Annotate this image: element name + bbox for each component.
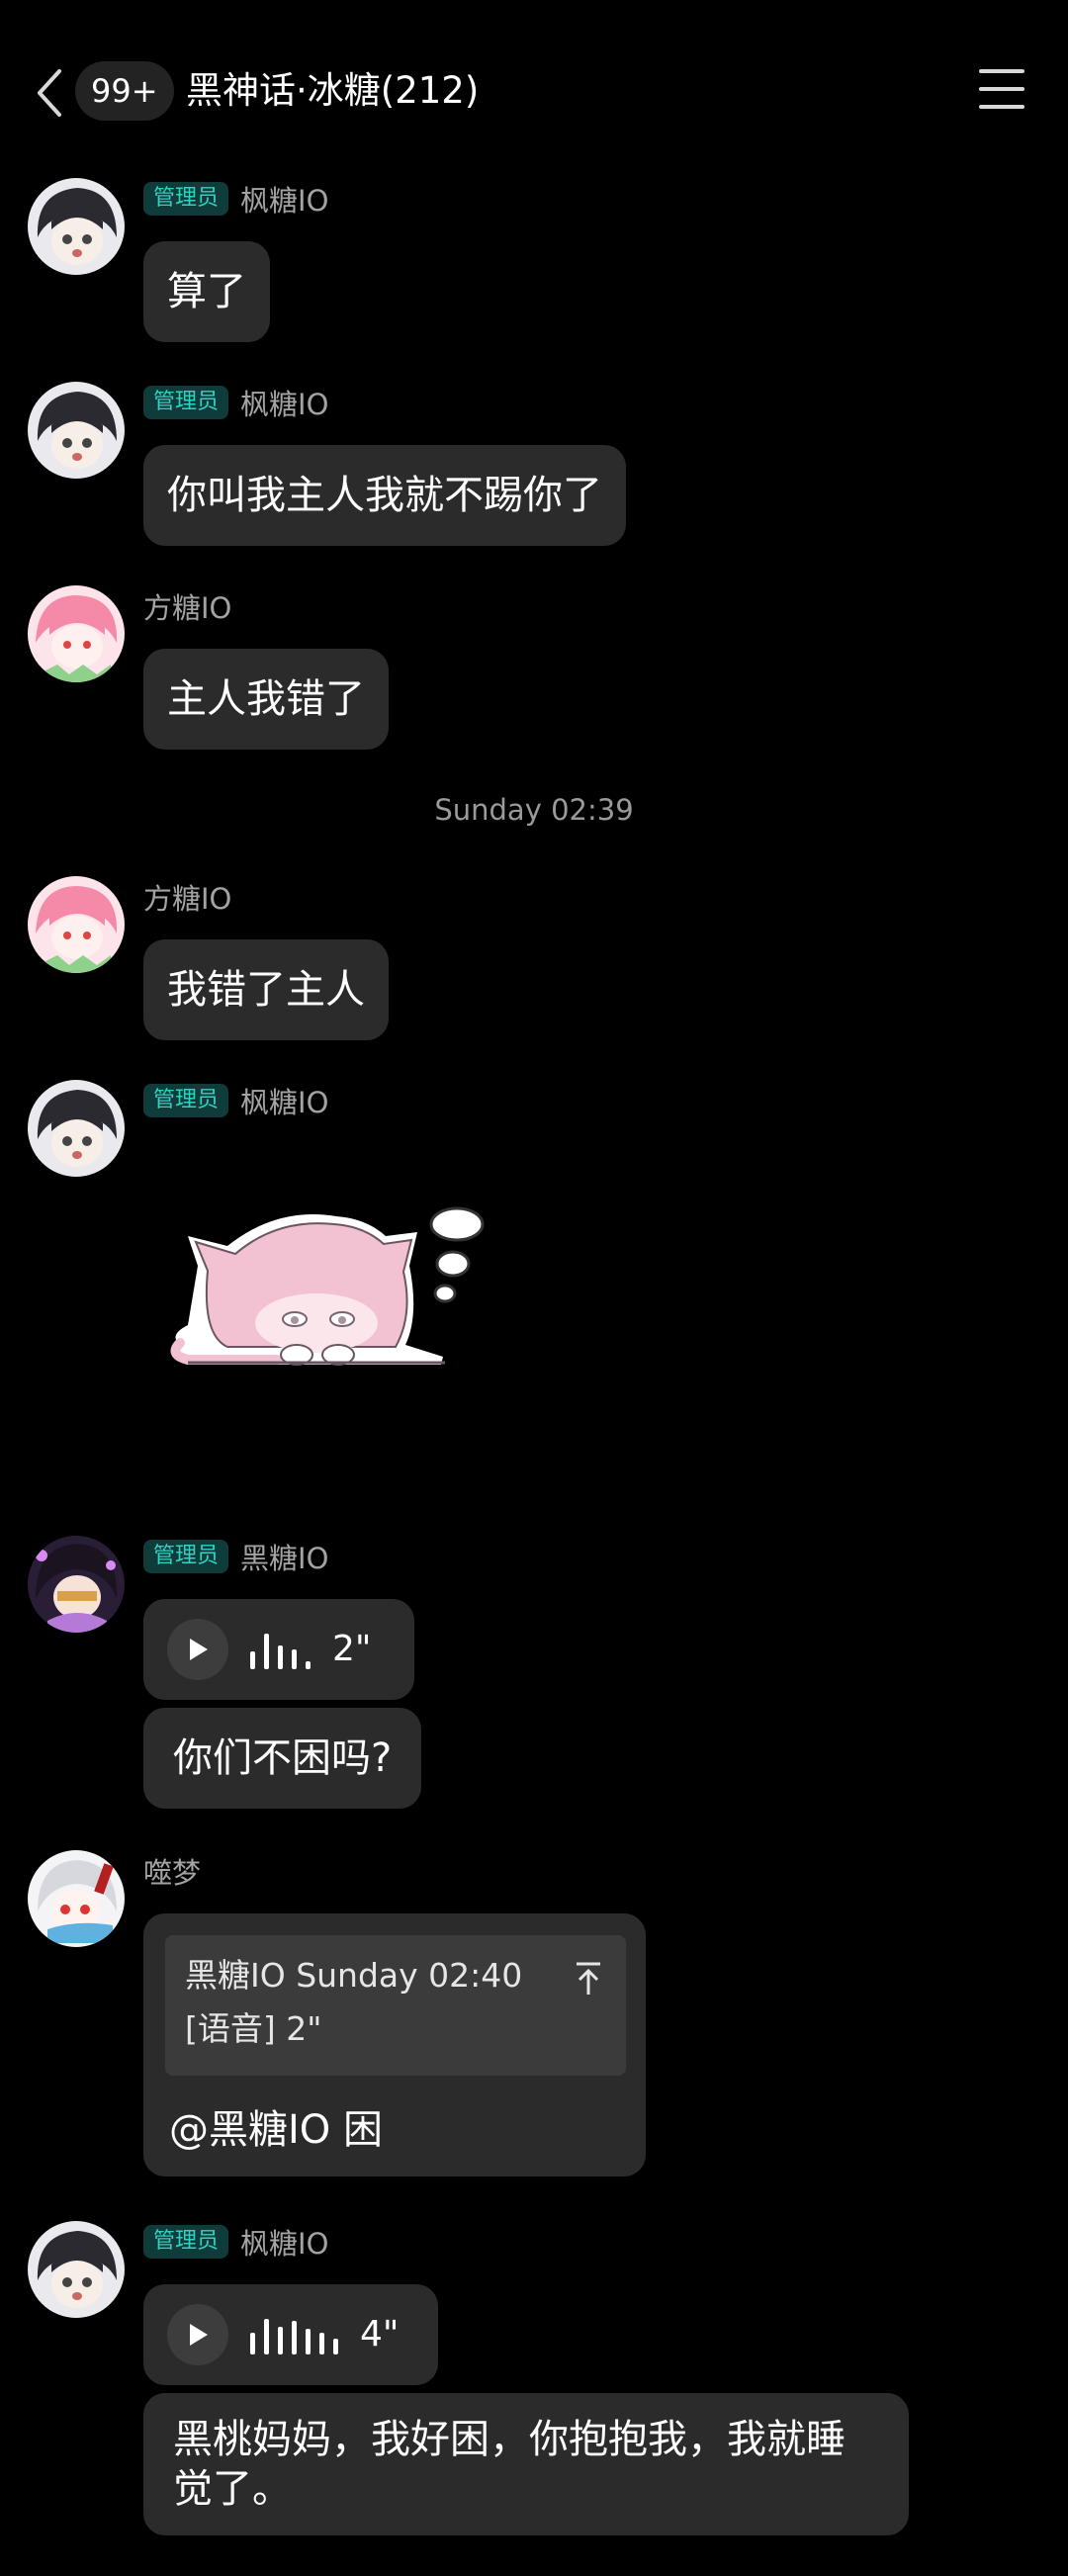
reply-message[interactable]: 黑糖IO Sunday 02:40 [语音] 2" @黑糖IO 困 bbox=[143, 1913, 646, 2176]
play-icon bbox=[190, 1639, 208, 1660]
avatar-image bbox=[28, 876, 125, 973]
chat-screen: 99+ 黑神话·冰糖(212) 管理员 枫糖IO 算了 管理员 枫糖IO 你叫我… bbox=[0, 0, 1068, 2576]
message-meta: 管理员 枫糖IO bbox=[143, 383, 328, 422]
avatar[interactable] bbox=[28, 1536, 125, 1633]
reply-text: @黑糖IO 困 bbox=[169, 2107, 383, 2153]
message-bubble[interactable]: 主人我错了 bbox=[143, 649, 389, 750]
avatar-image bbox=[28, 585, 125, 682]
voice-message[interactable]: 2" bbox=[143, 1599, 414, 1700]
avatar-image bbox=[28, 178, 125, 275]
avatar[interactable] bbox=[28, 382, 125, 479]
message-bubble[interactable]: 算了 bbox=[143, 241, 270, 342]
message-meta: 管理员 枫糖IO bbox=[143, 2222, 328, 2262]
quote-author-time: 黑糖IO Sunday 02:40 bbox=[185, 1956, 523, 1995]
message-bubble[interactable]: 你们不困吗? bbox=[143, 1708, 422, 1809]
avatar[interactable] bbox=[28, 1850, 125, 1947]
quote-content: [语音] 2" bbox=[185, 2009, 322, 2048]
avatar-image bbox=[28, 1536, 125, 1633]
message-meta: 噬梦 bbox=[143, 1851, 201, 1891]
back-button[interactable] bbox=[28, 63, 71, 123]
avatar-image bbox=[28, 1850, 125, 1947]
sticker-image[interactable] bbox=[158, 1197, 494, 1444]
waveform-icon bbox=[250, 2315, 338, 2354]
sender-name[interactable]: 黑糖IO bbox=[240, 1536, 328, 1577]
sender-name[interactable]: 枫糖IO bbox=[240, 382, 328, 423]
admin-badge: 管理员 bbox=[143, 1084, 229, 1117]
avatar[interactable] bbox=[28, 178, 125, 275]
sender-name[interactable]: 枫糖IO bbox=[240, 2221, 328, 2263]
voice-message[interactable]: 4" bbox=[143, 2284, 438, 2385]
message-meta: 管理员 黑糖IO bbox=[143, 1537, 328, 1576]
sender-name[interactable]: 枫糖IO bbox=[240, 1080, 328, 1121]
admin-badge: 管理员 bbox=[143, 386, 229, 419]
sender-name[interactable]: 方糖IO bbox=[143, 876, 231, 918]
admin-badge: 管理员 bbox=[143, 2225, 229, 2259]
avatar-image bbox=[28, 2221, 125, 2318]
message-bubble[interactable]: 你叫我主人我就不踢你了 bbox=[143, 445, 626, 546]
play-button[interactable] bbox=[167, 2304, 228, 2365]
message-meta: 管理员 枫糖IO bbox=[143, 1081, 328, 1120]
message-meta: 管理员 枫糖IO bbox=[143, 179, 328, 219]
menu-button[interactable] bbox=[979, 69, 1024, 109]
sender-name[interactable]: 枫糖IO bbox=[240, 178, 328, 220]
avatar-image bbox=[28, 1080, 125, 1177]
group-title[interactable]: 黑神话·冰糖(212) bbox=[186, 61, 479, 121]
menu-icon bbox=[979, 69, 1024, 73]
sender-name[interactable]: 噬梦 bbox=[143, 1850, 201, 1892]
sender-name[interactable]: 方糖IO bbox=[143, 585, 231, 627]
unread-count-badge[interactable]: 99+ bbox=[75, 61, 174, 121]
admin-badge: 管理员 bbox=[143, 182, 229, 216]
chat-header: 99+ 黑神话·冰糖(212) bbox=[0, 0, 1068, 183]
quoted-message[interactable]: 黑糖IO Sunday 02:40 [语音] 2" bbox=[165, 1935, 626, 2076]
message-meta: 方糖IO bbox=[143, 877, 231, 917]
voice-duration: 2" bbox=[332, 1629, 372, 1669]
avatar[interactable] bbox=[28, 876, 125, 973]
message-bubble[interactable]: 我错了主人 bbox=[143, 939, 389, 1040]
avatar[interactable] bbox=[28, 1080, 125, 1177]
message-bubble[interactable]: 黑桃妈妈，我好困，你抱抱我，我就睡觉了。 bbox=[143, 2393, 909, 2535]
play-button[interactable] bbox=[167, 1619, 228, 1680]
avatar[interactable] bbox=[28, 585, 125, 682]
admin-badge: 管理员 bbox=[143, 1540, 229, 1573]
jump-to-top-icon[interactable] bbox=[573, 1961, 604, 1997]
waveform-icon bbox=[250, 1630, 311, 1669]
avatar-image bbox=[28, 382, 125, 479]
timestamp-divider: Sunday 02:39 bbox=[434, 793, 634, 827]
avatar[interactable] bbox=[28, 2221, 125, 2318]
play-icon bbox=[190, 2324, 208, 2346]
message-meta: 方糖IO bbox=[143, 586, 231, 626]
voice-duration: 4" bbox=[360, 2314, 400, 2354]
chevron-left-icon bbox=[38, 69, 61, 117]
